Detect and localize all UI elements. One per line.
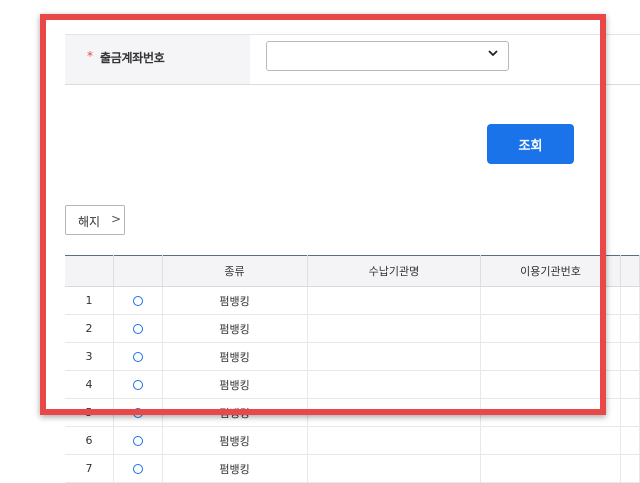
row-select[interactable] bbox=[113, 342, 163, 371]
row-institution-number bbox=[480, 370, 621, 399]
account-form-row: * 출금계좌번호 bbox=[65, 34, 640, 85]
table-row[interactable]: 6 펌뱅킹 bbox=[65, 426, 640, 455]
query-button-label: 조회 bbox=[518, 138, 543, 153]
row-number: 4 bbox=[65, 370, 114, 399]
table-header-row: 종류 수납기관명 이용기관번호 bbox=[65, 255, 640, 287]
radio-icon[interactable] bbox=[132, 324, 143, 334]
row-number: 2 bbox=[65, 314, 114, 343]
table-row[interactable]: 7 펌뱅킹 bbox=[65, 454, 640, 483]
row-extra bbox=[620, 314, 640, 343]
row-type: 펌뱅킹 bbox=[162, 342, 308, 371]
row-extra bbox=[620, 426, 640, 455]
row-institution-number bbox=[480, 342, 621, 371]
row-extra bbox=[620, 398, 640, 427]
account-label: 출금계좌번호 bbox=[100, 51, 165, 65]
row-number: 5 bbox=[65, 398, 114, 427]
row-institution-name bbox=[307, 398, 482, 427]
row-institution-name bbox=[307, 454, 482, 483]
row-select[interactable] bbox=[113, 314, 163, 343]
row-type: 펌뱅킹 bbox=[162, 314, 308, 343]
header-institution-number: 이용기관번호 bbox=[480, 255, 621, 287]
chevron-right-icon: > bbox=[111, 212, 122, 226]
account-select[interactable] bbox=[266, 41, 509, 71]
row-number: 6 bbox=[65, 426, 114, 455]
row-select[interactable] bbox=[113, 426, 163, 455]
table-row[interactable]: 4 펌뱅킹 bbox=[65, 370, 640, 399]
row-type: 펌뱅킹 bbox=[162, 454, 308, 483]
row-institution-name bbox=[307, 342, 482, 371]
radio-icon[interactable] bbox=[132, 296, 143, 306]
row-institution-number bbox=[480, 286, 621, 315]
row-type: 펌뱅킹 bbox=[162, 398, 308, 427]
row-institution-number bbox=[480, 426, 621, 455]
row-institution-name bbox=[307, 314, 482, 343]
table-row[interactable]: 2 펌뱅킹 bbox=[65, 314, 640, 343]
row-select[interactable] bbox=[113, 286, 163, 315]
row-extra bbox=[620, 454, 640, 483]
row-type: 펌뱅킹 bbox=[162, 286, 308, 315]
header-extra bbox=[620, 255, 640, 287]
header-no bbox=[65, 255, 114, 287]
row-institution-name bbox=[307, 286, 482, 315]
radio-icon[interactable] bbox=[132, 352, 143, 362]
row-number: 7 bbox=[65, 454, 114, 483]
row-institution-name bbox=[307, 426, 482, 455]
cancel-button-label: 해지 bbox=[78, 215, 101, 229]
row-extra bbox=[620, 286, 640, 315]
row-type: 펌뱅킹 bbox=[162, 370, 308, 399]
row-institution-number bbox=[480, 454, 621, 483]
cancel-button[interactable]: 해지 > bbox=[65, 205, 125, 235]
radio-icon[interactable] bbox=[132, 464, 143, 474]
row-institution-name bbox=[307, 370, 482, 399]
row-number: 1 bbox=[65, 286, 114, 315]
query-button[interactable]: 조회 bbox=[487, 124, 574, 164]
row-institution-number bbox=[480, 398, 621, 427]
header-select bbox=[113, 255, 163, 287]
row-extra bbox=[620, 370, 640, 399]
row-type: 펌뱅킹 bbox=[162, 426, 308, 455]
results-table: 종류 수납기관명 이용기관번호 1 펌뱅킹 2 펌뱅킹 3 펌뱅킹 4 펌뱅킹 … bbox=[65, 255, 640, 483]
required-mark: * bbox=[87, 49, 93, 63]
table-row[interactable]: 3 펌뱅킹 bbox=[65, 342, 640, 371]
header-type: 종류 bbox=[162, 255, 308, 287]
chevron-down-icon bbox=[487, 47, 499, 63]
table-row[interactable]: 1 펌뱅킹 bbox=[65, 286, 640, 315]
row-select[interactable] bbox=[113, 398, 163, 427]
radio-icon[interactable] bbox=[132, 408, 143, 418]
row-institution-number bbox=[480, 314, 621, 343]
radio-icon[interactable] bbox=[132, 380, 143, 390]
account-label-cell: * 출금계좌번호 bbox=[65, 35, 250, 84]
radio-icon[interactable] bbox=[132, 436, 143, 446]
row-number: 3 bbox=[65, 342, 114, 371]
header-institution-name: 수납기관명 bbox=[307, 255, 482, 287]
row-select[interactable] bbox=[113, 370, 163, 399]
table-row[interactable]: 5 펌뱅킹 bbox=[65, 398, 640, 427]
row-select[interactable] bbox=[113, 454, 163, 483]
row-extra bbox=[620, 342, 640, 371]
